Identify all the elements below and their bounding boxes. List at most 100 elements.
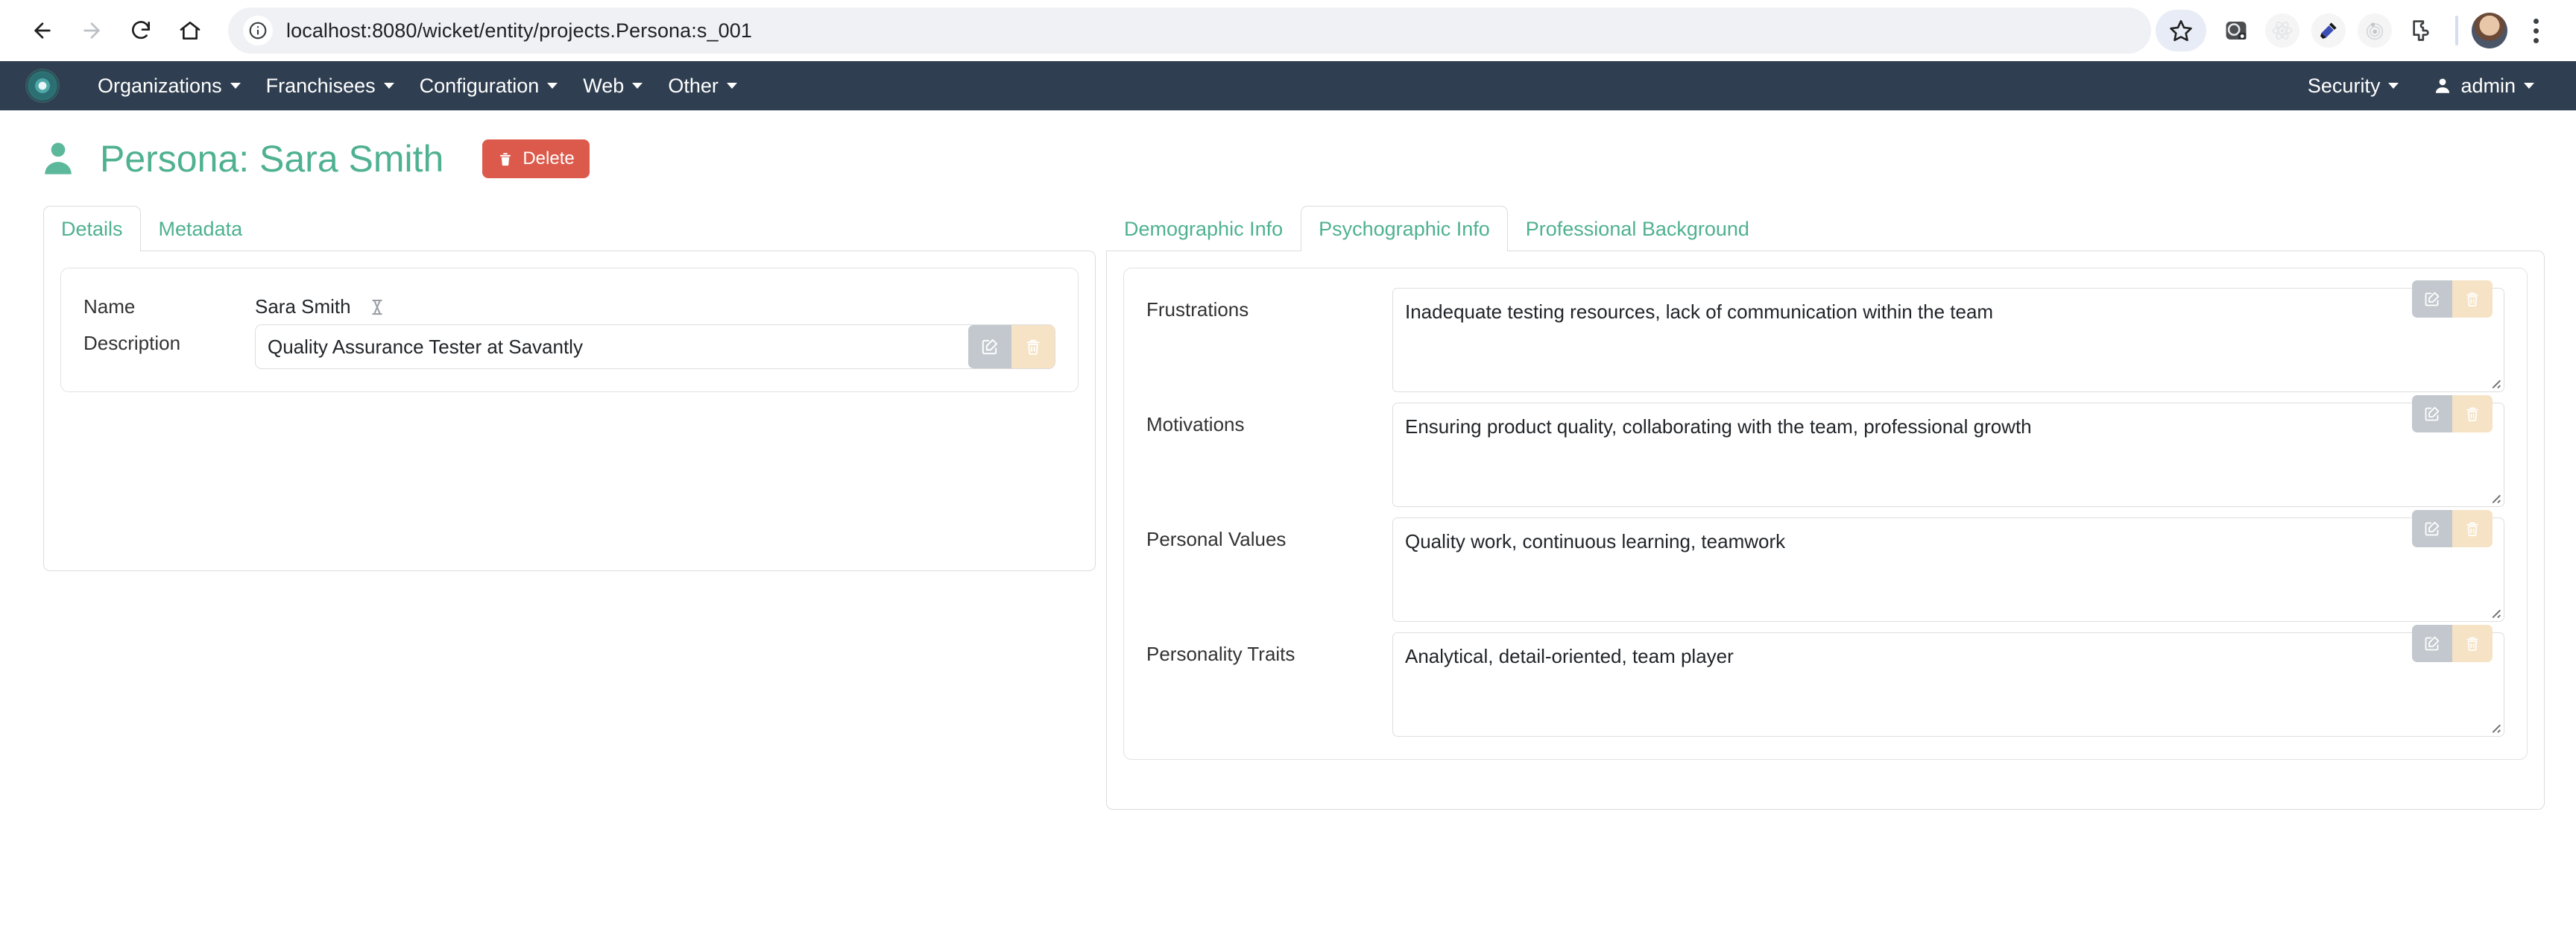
tab-label: Professional Background <box>1525 218 1749 240</box>
field-row-description: Description <box>83 324 1055 369</box>
app-navbar: Organizations Franchisees Configuration … <box>0 61 2576 110</box>
tab-label: Details <box>61 218 123 240</box>
tab-professional-background[interactable]: Professional Background <box>1508 206 1767 251</box>
frustrations-delete-button[interactable] <box>2452 280 2493 318</box>
nav-label: Other <box>668 74 719 97</box>
field-label-personality-traits: Personality Traits <box>1146 643 1295 665</box>
field-row-personal-values: Personal Values <box>1146 510 2504 622</box>
orbit-extension-icon[interactable] <box>2354 10 2396 51</box>
description-delete-button[interactable] <box>1011 325 1055 368</box>
nav-item-security[interactable]: Security <box>2293 69 2414 104</box>
site-info-icon[interactable] <box>243 16 273 45</box>
motivations-textarea[interactable] <box>1392 403 2504 507</box>
arrow-right-icon <box>83 22 100 39</box>
tab-metadata[interactable]: Metadata <box>141 206 261 251</box>
personal-values-edit-button[interactable] <box>2412 510 2452 547</box>
field-label-description: Description <box>83 332 181 354</box>
page-content: Persona: Sara Smith Delete Details Metad… <box>0 110 2576 938</box>
personal-values-actions <box>2412 510 2493 547</box>
pencil-square-icon <box>2425 636 2440 651</box>
reload-icon <box>132 21 150 40</box>
tab-label: Demographic Info <box>1124 218 1284 240</box>
field-value-motivations-wrap <box>1392 395 2504 507</box>
home-icon <box>180 22 201 40</box>
trash-icon <box>2466 637 2478 651</box>
nav-item-organizations[interactable]: Organizations <box>85 69 253 104</box>
motivations-edit-button[interactable] <box>2412 395 2452 432</box>
frustrations-textarea[interactable] <box>1392 288 2504 392</box>
left-tabs: Details Metadata <box>43 206 1096 251</box>
field-label-frustrations: Frustrations <box>1146 298 1249 321</box>
field-row-personality-traits: Personality Traits <box>1146 625 2504 737</box>
field-value-frustrations-wrap <box>1392 280 2504 392</box>
nav-label: Security <box>2307 74 2381 97</box>
pencil-square-icon <box>2425 292 2440 306</box>
address-bar[interactable]: localhost:8080/wicket/entity/projects.Pe… <box>228 7 2151 54</box>
personal-values-delete-button[interactable] <box>2452 510 2493 547</box>
delete-button-label: Delete <box>523 148 575 169</box>
tab-demographic-info[interactable]: Demographic Info <box>1106 206 1301 251</box>
page-header: Persona: Sara Smith Delete <box>0 110 2576 180</box>
tab-label: Metadata <box>158 218 243 240</box>
home-button[interactable] <box>167 7 213 54</box>
personality-traits-edit-button[interactable] <box>2412 625 2452 662</box>
personal-values-textarea[interactable] <box>1392 517 2504 622</box>
nav-label: Web <box>583 74 625 97</box>
profile-avatar[interactable] <box>2472 13 2507 48</box>
frustrations-actions <box>2412 280 2493 318</box>
color-picker-icon[interactable] <box>2308 10 2349 51</box>
field-row-name: Name Sara Smith <box>83 288 1055 318</box>
bookmark-button[interactable] <box>2156 10 2206 51</box>
text-cursor-icon <box>372 299 382 315</box>
frustrations-edit-button[interactable] <box>2412 280 2452 318</box>
persona-person-icon <box>45 142 72 174</box>
tab-psychographic-info[interactable]: Psychographic Info <box>1301 206 1508 251</box>
forward-button[interactable] <box>69 7 115 54</box>
chevron-down-icon <box>230 83 241 89</box>
trash-icon <box>1026 339 1040 355</box>
content-columns: Details Metadata Name Sara Smith Descrip… <box>0 180 2576 810</box>
field-value-personal-values-wrap <box>1392 510 2504 622</box>
react-devtools-icon[interactable] <box>2261 10 2303 51</box>
back-button[interactable] <box>19 7 66 54</box>
right-tabs: Demographic Info Psychographic Info Prof… <box>1106 206 2545 251</box>
delete-persona-button[interactable]: Delete <box>482 139 590 178</box>
tab-details[interactable]: Details <box>43 206 141 251</box>
nav-label: Franchisees <box>265 74 376 97</box>
nav-item-web[interactable]: Web <box>570 69 655 104</box>
right-tab-panel: Frustrations Inadequate testing resource… <box>1106 251 2545 810</box>
nav-item-user[interactable]: admin <box>2418 69 2549 104</box>
chevron-down-icon <box>2388 83 2399 89</box>
trash-icon <box>2466 292 2478 306</box>
personality-traits-delete-button[interactable] <box>2452 625 2493 662</box>
name-text: Sara Smith <box>255 295 351 318</box>
chevron-down-icon <box>632 83 643 89</box>
field-value-name: Sara Smith <box>255 288 1055 318</box>
personality-traits-textarea[interactable] <box>1392 632 2504 737</box>
description-input[interactable] <box>255 324 1055 369</box>
description-edit-button[interactable] <box>968 325 1011 368</box>
nav-item-configuration[interactable]: Configuration <box>407 69 571 104</box>
nav-item-other[interactable]: Other <box>655 69 750 104</box>
puzzle-extensions-icon[interactable] <box>2400 10 2442 51</box>
details-card: Name Sara Smith Description <box>60 268 1079 392</box>
field-label-name: Name <box>83 295 136 318</box>
nav-label: admin <box>2460 74 2516 97</box>
pencil-square-icon <box>982 339 998 355</box>
page-title: Persona: Sara Smith <box>100 138 444 180</box>
left-tab-panel: Name Sara Smith Description <box>43 251 1096 571</box>
field-row-motivations: Motivations <box>1146 395 2504 507</box>
reload-button[interactable] <box>118 7 164 54</box>
chevron-down-icon <box>2524 83 2534 89</box>
browser-menu-button[interactable] <box>2515 10 2557 51</box>
motivations-actions <box>2412 395 2493 432</box>
screen-recorder-icon[interactable] <box>2215 10 2257 51</box>
motivations-delete-button[interactable] <box>2452 395 2493 432</box>
pencil-square-icon <box>2425 406 2440 421</box>
nav-label: Organizations <box>98 74 222 97</box>
browser-toolbar: localhost:8080/wicket/entity/projects.Pe… <box>0 0 2576 61</box>
nav-item-franchisees[interactable]: Franchisees <box>253 69 407 104</box>
trash-icon <box>500 153 511 166</box>
chevron-down-icon <box>726 83 737 89</box>
brand-logo-icon[interactable] <box>25 69 60 103</box>
